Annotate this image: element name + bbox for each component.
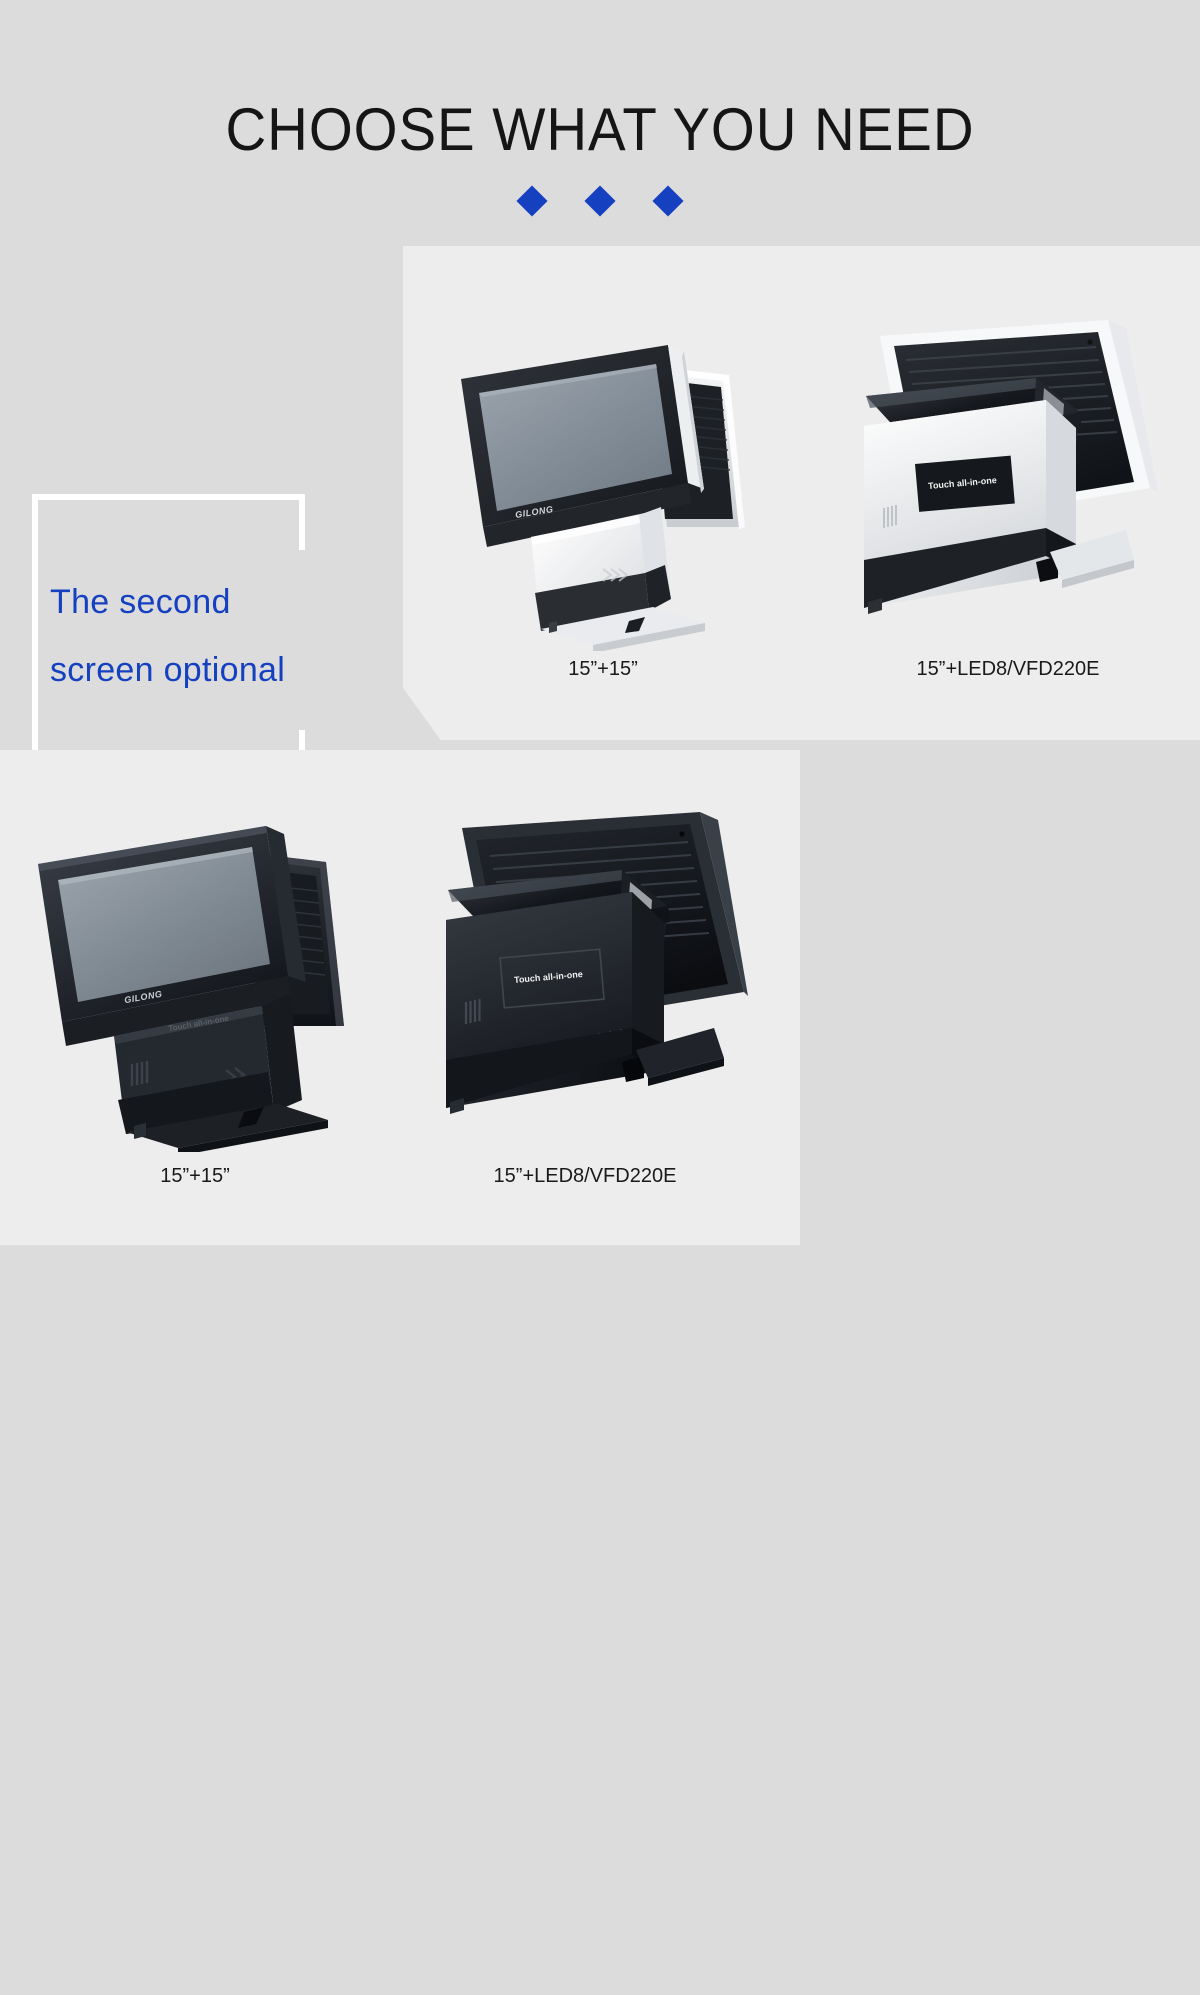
page-title: CHOOSE WHAT YOU NEED: [225, 96, 975, 163]
product-image-white-rear-led: Touch all-in-one: [858, 316, 1158, 646]
top-headline-line2: screen optional: [50, 651, 286, 689]
top-text-panel: The second screen optional Double screen…: [0, 246, 445, 982]
product-caption: 15”+15”: [160, 1165, 230, 1187]
product-caption: 15”+LED8/VFD220E: [493, 1165, 677, 1187]
bottom-headline-line2: can be selected: [800, 1640, 1200, 1702]
product-image-black-dual-screen: GILONG Touch all-in-one: [28, 812, 358, 1152]
page-header: CHOOSE WHAT YOU NEED: [0, 0, 1200, 246]
frame-right-border-upper: [299, 494, 305, 550]
top-headline-line1: The second: [50, 583, 231, 621]
top-product-photo-panel: GILONG Touch all-in-one 15”+15” 15”+LED8…: [403, 246, 1200, 740]
diamond-divider: [0, 185, 1200, 217]
frame-top-border: [32, 494, 305, 500]
product-image-white-dual-screen: GILONG: [453, 331, 753, 651]
bottom-text-panel: color can be selected Black & White: [800, 750, 1200, 1245]
product-caption: 15”+15”: [568, 658, 638, 680]
diamond-icon: [652, 185, 684, 217]
diamond-icon: [516, 185, 548, 217]
product-caption: 15”+LED8/VFD220E: [916, 658, 1100, 680]
product-image-black-rear-led: Touch all-in-one: [438, 812, 748, 1152]
diamond-icon: [584, 185, 616, 217]
bottom-headline-line1: color: [800, 1573, 1200, 1635]
bottom-product-photo-panel: GILONG Touch all-in-one Touch all-in-one…: [0, 750, 800, 1245]
